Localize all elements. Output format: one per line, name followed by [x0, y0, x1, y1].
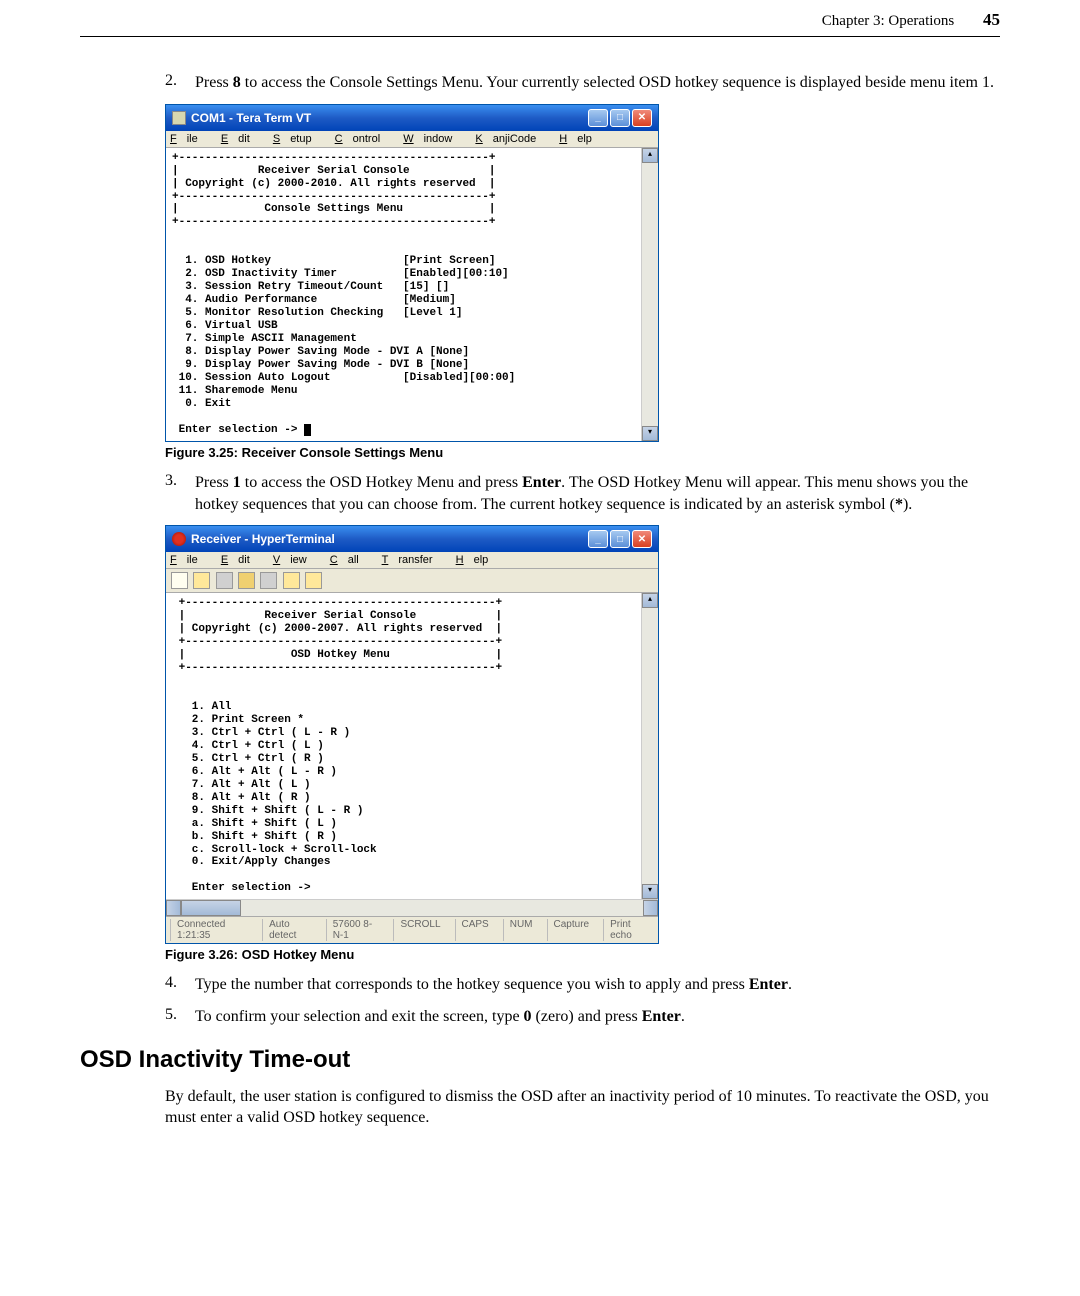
- window-title: COM1 - Tera Term VT: [191, 111, 311, 125]
- page-header: Chapter 3: Operations 45: [80, 10, 1000, 30]
- page-number: 45: [983, 10, 1000, 29]
- titlebar: COM1 - Tera Term VT _ □ ✕: [166, 105, 658, 131]
- scroll-left-icon[interactable]: [166, 900, 181, 916]
- maximize-button[interactable]: □: [610, 530, 630, 548]
- close-button[interactable]: ✕: [632, 530, 652, 548]
- toolbar-disconnect-icon[interactable]: [238, 572, 255, 589]
- section-heading-osd-timeout: OSD Inactivity Time-out: [80, 1046, 1000, 1074]
- hyperterminal-window: Receiver - HyperTerminal _ □ ✕ File Edit…: [165, 525, 659, 944]
- tera-term-window: COM1 - Tera Term VT _ □ ✕ File Edit Setu…: [165, 104, 659, 442]
- key-enter: Enter: [522, 474, 561, 491]
- scroll-down-icon[interactable]: ▾: [642, 426, 658, 441]
- menu-file[interactable]: File: [170, 554, 208, 566]
- key-8: 8: [233, 74, 241, 91]
- step-num: 4.: [165, 974, 195, 996]
- toolbar-props-icon[interactable]: [305, 572, 322, 589]
- key-1: 1: [233, 474, 241, 491]
- key-enter: Enter: [642, 1008, 681, 1025]
- scroll-track[interactable]: [241, 900, 643, 916]
- scroll-down-icon[interactable]: ▾: [642, 884, 658, 899]
- page-header-line: Chapter 3: Operations 45: [80, 10, 1000, 37]
- window-buttons: _ □ ✕: [588, 530, 652, 548]
- close-button[interactable]: ✕: [632, 109, 652, 127]
- scroll-track[interactable]: [642, 608, 658, 884]
- statusbar: Connected 1:21:35 Auto detect 57600 8-N-…: [166, 916, 658, 943]
- cursor-icon: [304, 424, 311, 436]
- toolbar: [166, 569, 658, 593]
- figure-3-25-caption: Figure 3.25: Receiver Console Settings M…: [165, 445, 1000, 460]
- step-4: 4. Type the number that corresponds to t…: [165, 974, 1000, 996]
- step-text: Press 8 to access the Console Settings M…: [195, 72, 1000, 94]
- step-text: Type the number that corresponds to the …: [195, 974, 1000, 996]
- scroll-up-icon[interactable]: ▴: [642, 593, 658, 608]
- app-icon: [172, 111, 186, 125]
- scroll-right-icon[interactable]: [643, 900, 658, 916]
- menu-setup[interactable]: Setup: [273, 133, 322, 145]
- chapter-title: Chapter 3: Operations: [822, 13, 954, 29]
- menu-transfer[interactable]: Transfer: [382, 554, 443, 566]
- toolbar-send-icon[interactable]: [260, 572, 277, 589]
- menu-edit[interactable]: Edit: [221, 133, 260, 145]
- scroll-thumb[interactable]: [181, 900, 241, 916]
- step-2: 2. Press 8 to access the Console Setting…: [165, 72, 1000, 94]
- toolbar-call-icon[interactable]: [216, 572, 233, 589]
- toolbar-new-icon[interactable]: [171, 572, 188, 589]
- terminal-content: +---------------------------------------…: [166, 593, 641, 899]
- terminal-content: +---------------------------------------…: [166, 148, 641, 441]
- minimize-button[interactable]: _: [588, 530, 608, 548]
- menu-view[interactable]: View: [273, 554, 317, 566]
- window-buttons: _ □ ✕: [588, 109, 652, 127]
- step-text: To confirm your selection and exit the s…: [195, 1006, 1000, 1028]
- asterisk: *: [895, 496, 903, 513]
- menu-help[interactable]: Help: [559, 133, 602, 145]
- status-scroll: SCROLL: [393, 919, 446, 941]
- menu-call[interactable]: Call: [330, 554, 369, 566]
- menu-control[interactable]: Control: [335, 133, 390, 145]
- toolbar-receive-icon[interactable]: [283, 572, 300, 589]
- status-capture: Capture: [547, 919, 596, 941]
- app-icon: [172, 532, 186, 546]
- titlebar: Receiver - HyperTerminal _ □ ✕: [166, 526, 658, 552]
- toolbar-open-icon[interactable]: [193, 572, 210, 589]
- scroll-up-icon[interactable]: ▴: [642, 148, 658, 163]
- step-text: Press 1 to access the OSD Hotkey Menu an…: [195, 472, 1000, 515]
- horizontal-scrollbar[interactable]: [166, 899, 658, 916]
- step-num: 2.: [165, 72, 195, 94]
- menu-kanji[interactable]: KanjiCode: [475, 133, 546, 145]
- key-0: 0: [524, 1008, 532, 1025]
- menubar: File Edit View Call Transfer Help: [166, 552, 658, 569]
- status-num: NUM: [503, 919, 539, 941]
- menu-window[interactable]: Window: [403, 133, 462, 145]
- status-detect: Auto detect: [262, 919, 318, 941]
- vertical-scrollbar[interactable]: ▴ ▾: [641, 593, 658, 899]
- step-3: 3. Press 1 to access the OSD Hotkey Menu…: [165, 472, 1000, 515]
- minimize-button[interactable]: _: [588, 109, 608, 127]
- window-title: Receiver - HyperTerminal: [191, 532, 335, 546]
- step-num: 5.: [165, 1006, 195, 1028]
- status-print: Print echo: [603, 919, 654, 941]
- step-5: 5. To confirm your selection and exit th…: [165, 1006, 1000, 1028]
- status-caps: CAPS: [455, 919, 495, 941]
- body-paragraph-1: By default, the user station is configur…: [165, 1086, 1000, 1129]
- scroll-track[interactable]: [642, 163, 658, 426]
- menu-help[interactable]: Help: [456, 554, 499, 566]
- menu-edit[interactable]: Edit: [221, 554, 260, 566]
- step-num: 3.: [165, 472, 195, 515]
- menubar: File Edit Setup Control Window KanjiCode…: [166, 131, 658, 148]
- vertical-scrollbar[interactable]: ▴ ▾: [641, 148, 658, 441]
- status-connected: Connected 1:21:35: [170, 919, 254, 941]
- key-enter: Enter: [749, 976, 788, 993]
- maximize-button[interactable]: □: [610, 109, 630, 127]
- status-baud: 57600 8-N-1: [326, 919, 386, 941]
- menu-file[interactable]: File: [170, 133, 208, 145]
- figure-3-26-caption: Figure 3.26: OSD Hotkey Menu: [165, 947, 1000, 962]
